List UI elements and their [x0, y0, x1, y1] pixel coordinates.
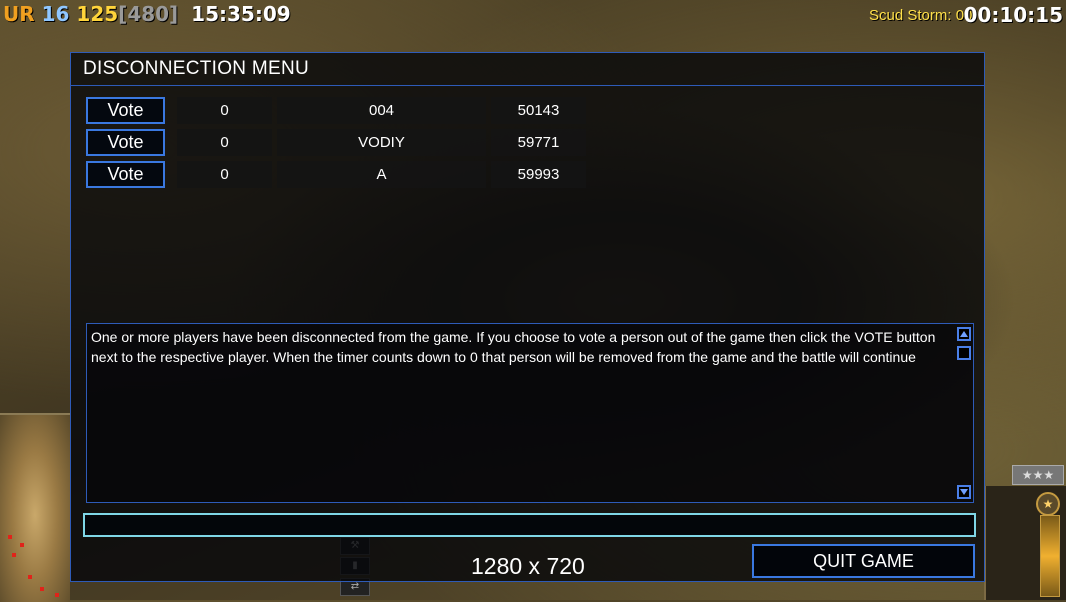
player-name: VODIY	[277, 129, 486, 156]
vote-count: 0	[177, 129, 272, 156]
disconnection-dialog: DISCONNECTION MENU Vote 0 004 50143 Vote…	[70, 52, 985, 582]
message-text: One or more players have been disconnect…	[91, 329, 936, 365]
player-ping: 59993	[491, 161, 586, 188]
scroll-up-arrow-icon[interactable]	[957, 327, 971, 341]
level-label: 16	[41, 2, 70, 26]
player-ping: 59771	[491, 129, 586, 156]
minimap[interactable]	[0, 413, 70, 602]
power-gauge	[1040, 515, 1060, 597]
message-box[interactable]: One or more players have been disconnect…	[86, 323, 974, 503]
message-scrollbar[interactable]	[955, 324, 973, 502]
player-name: 004	[277, 97, 486, 124]
game-clock: 15:35:09	[191, 2, 291, 26]
quit-game-button[interactable]: QUIT GAME	[752, 544, 975, 578]
scroll-thumb[interactable]	[957, 346, 971, 360]
dialog-title: DISCONNECTION MENU	[83, 58, 310, 79]
vote-button[interactable]: Vote	[86, 97, 165, 124]
vote-count: 0	[177, 97, 272, 124]
star-icon: ★	[1036, 492, 1060, 516]
scroll-down-arrow-icon[interactable]	[957, 485, 971, 499]
player-name: A	[277, 161, 486, 188]
vote-button[interactable]: Vote	[86, 129, 165, 156]
chat-input[interactable]	[83, 513, 976, 537]
money-cap-label: [480]	[118, 2, 179, 26]
faction-label: UR	[3, 2, 35, 26]
money-label: 125	[76, 2, 119, 26]
resource-hud: UR 16 125[480] 15:35:09	[3, 2, 291, 26]
vote-button[interactable]: Vote	[86, 161, 165, 188]
player-ping: 50143	[491, 97, 586, 124]
resolution-label: 1280 x 720	[471, 553, 585, 579]
superweapon-hud: Scud Storm: 00 00:10:15	[869, 3, 1063, 27]
title-divider	[71, 85, 984, 86]
superweapon-label: Scud Storm: 00	[869, 7, 973, 24]
superweapon-timer: 00:10:15	[963, 3, 1064, 27]
rank-stars: ★★★	[1012, 465, 1064, 485]
vote-count: 0	[177, 161, 272, 188]
